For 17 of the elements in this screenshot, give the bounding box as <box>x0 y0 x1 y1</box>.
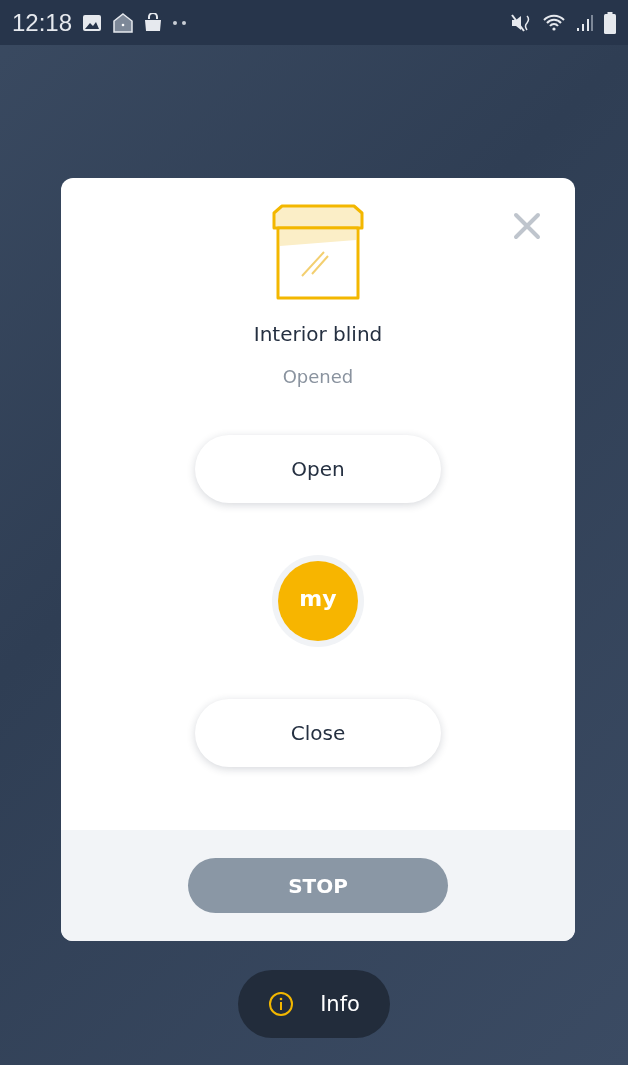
blind-icon <box>272 204 364 302</box>
battery-icon <box>604 11 616 34</box>
device-name: Interior blind <box>253 322 383 346</box>
signal-icon <box>576 13 594 32</box>
shopping-bag-icon <box>144 12 163 33</box>
home-icon <box>112 11 135 34</box>
info-icon <box>268 991 295 1017</box>
command-button[interactable]: Open <box>195 435 441 503</box>
close-icon[interactable] <box>513 212 541 240</box>
status-time: 12:18 <box>12 8 73 37</box>
more-dots-icon <box>172 19 189 26</box>
info-button[interactable]: Info <box>238 970 390 1038</box>
gallery-icon <box>82 13 103 32</box>
device-state: Opened <box>282 366 354 387</box>
command-button[interactable]: Close <box>195 699 441 767</box>
mute-icon <box>510 12 532 33</box>
wifi-icon <box>542 12 566 33</box>
